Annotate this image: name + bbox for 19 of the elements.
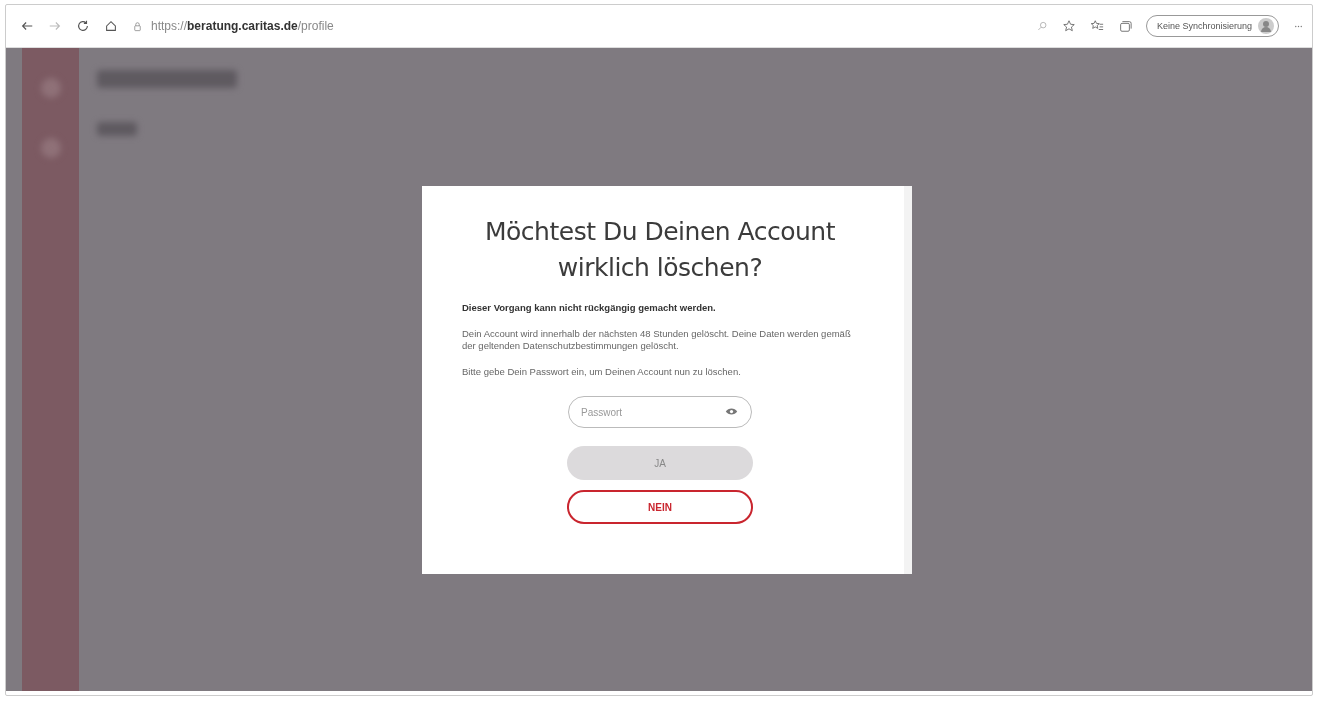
back-icon[interactable] [20,19,34,33]
body-text: Dein Account wird innerhalb der nächsten 48 Stunden gelöscht. Deine Daten werden gemäß der geltenden Datenschutzbestimmungen gelöscht. [462,328,852,352]
favorites-icon[interactable] [1089,19,1104,33]
lock-icon [132,20,143,32]
warning-text: Dieser Vorgang kann nicht rückgängig gemacht werden. [462,302,717,314]
sync-button[interactable]: Keine Synchronisierung [1145,15,1279,37]
home-icon[interactable] [104,19,118,33]
instruction-text: Bitte gebe Dein Passwort ein, um Deinen Account nun zu löschen. [462,366,742,378]
blurred-heading [97,122,137,136]
star-icon[interactable] [1061,19,1076,33]
address-bar-url[interactable]: https://beratung.caritas.de/profile [151,19,334,33]
avatar-icon [1258,18,1274,34]
dialog-button[interactable]: NEIN [567,490,753,524]
reload-icon[interactable] [76,19,90,33]
dialog-title: Möchtest Du Deinen Account wirklich löschen? [484,216,836,284]
collections-icon[interactable] [1117,19,1132,33]
eye-icon[interactable] [725,407,738,416]
scrollbar[interactable] [904,186,912,574]
password-field[interactable]: Passwort [568,396,752,428]
